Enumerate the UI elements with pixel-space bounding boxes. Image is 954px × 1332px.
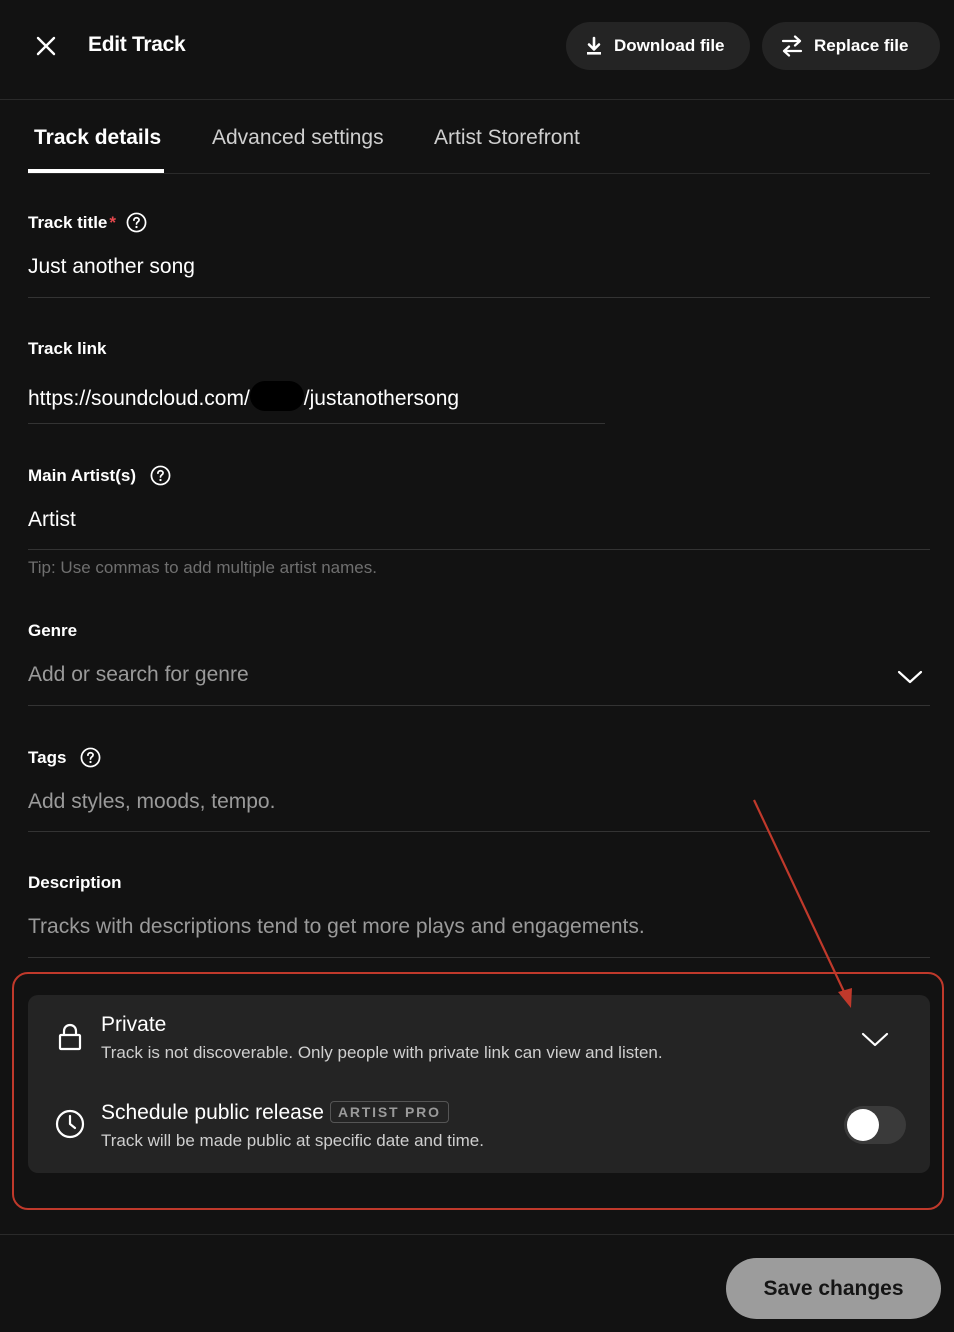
chevron-down-icon[interactable] — [897, 669, 923, 685]
track-link-suffix: /justanothersong — [303, 387, 460, 410]
redacted-username — [249, 381, 304, 411]
replace-file-button[interactable]: Replace file — [762, 22, 940, 70]
download-icon — [587, 36, 601, 55]
track-link-field: Track link https://soundcloud.com/ /justa… — [28, 339, 930, 411]
main-artists-underline — [28, 549, 930, 550]
tags-underline — [28, 831, 930, 832]
help-icon[interactable] — [126, 212, 147, 233]
help-icon[interactable] — [80, 747, 101, 768]
tab-bar: Track details Advanced settings Artist S… — [28, 100, 930, 174]
track-link-underline — [28, 423, 605, 424]
tab-artist-storefront[interactable]: Artist Storefront — [434, 126, 580, 150]
tags-label-row: Tags — [28, 747, 930, 768]
help-icon[interactable] — [150, 465, 171, 486]
tab-advanced-settings[interactable]: Advanced settings — [212, 126, 384, 150]
genre-label: Genre — [28, 621, 78, 640]
description-field: Description Tracks with descriptions ten… — [28, 873, 930, 939]
required-asterisk: * — [109, 212, 116, 232]
replace-file-label: Replace file — [814, 36, 909, 55]
tags-label: Tags — [28, 747, 67, 767]
description-input[interactable]: Tracks with descriptions tend to get mor… — [28, 915, 930, 939]
annotation-highlight-box — [12, 972, 944, 1210]
tags-field: Tags Add styles, moods, tempo. — [28, 747, 930, 814]
track-title-field: Track title * Just another song — [28, 212, 930, 279]
swap-arrows-icon — [781, 35, 803, 57]
genre-select[interactable]: Add or search for genre — [28, 663, 930, 687]
close-icon — [36, 36, 56, 56]
main-artists-input[interactable]: Artist — [28, 508, 930, 532]
main-artists-field: Main Artist(s) Artist — [28, 465, 930, 532]
main-artists-label-row: Main Artist(s) — [28, 465, 930, 486]
description-underline — [28, 957, 930, 958]
tags-input[interactable]: Add styles, moods, tempo. — [28, 790, 930, 814]
track-title-label: Track title — [28, 212, 108, 232]
track-title-label-row: Track title * — [28, 212, 930, 233]
main-artists-label: Main Artist(s) — [28, 465, 136, 485]
genre-field: Genre Add or search for genre — [28, 621, 930, 687]
genre-underline — [28, 705, 930, 706]
track-link-prefix: https://soundcloud.com/ — [28, 387, 250, 410]
page-title: Edit Track — [88, 33, 186, 56]
active-tab-indicator — [28, 169, 164, 173]
track-title-input[interactable]: Just another song — [28, 255, 930, 279]
tab-track-details[interactable]: Track details — [34, 126, 161, 150]
save-changes-button[interactable]: Save changes — [726, 1258, 941, 1319]
main-artists-tip: Tip: Use commas to add multiple artist n… — [28, 558, 377, 577]
close-button[interactable] — [30, 30, 62, 62]
track-title-underline — [28, 297, 930, 298]
download-file-button[interactable]: Download file — [566, 22, 750, 70]
track-link-label: Track link — [28, 339, 107, 358]
track-link-input[interactable]: https://soundcloud.com/ /justanothersong — [28, 381, 930, 411]
footer-divider — [0, 1234, 954, 1235]
download-file-label: Download file — [614, 36, 725, 55]
top-bar: Edit Track Download file Replace file — [0, 0, 954, 100]
description-label: Description — [28, 873, 122, 892]
